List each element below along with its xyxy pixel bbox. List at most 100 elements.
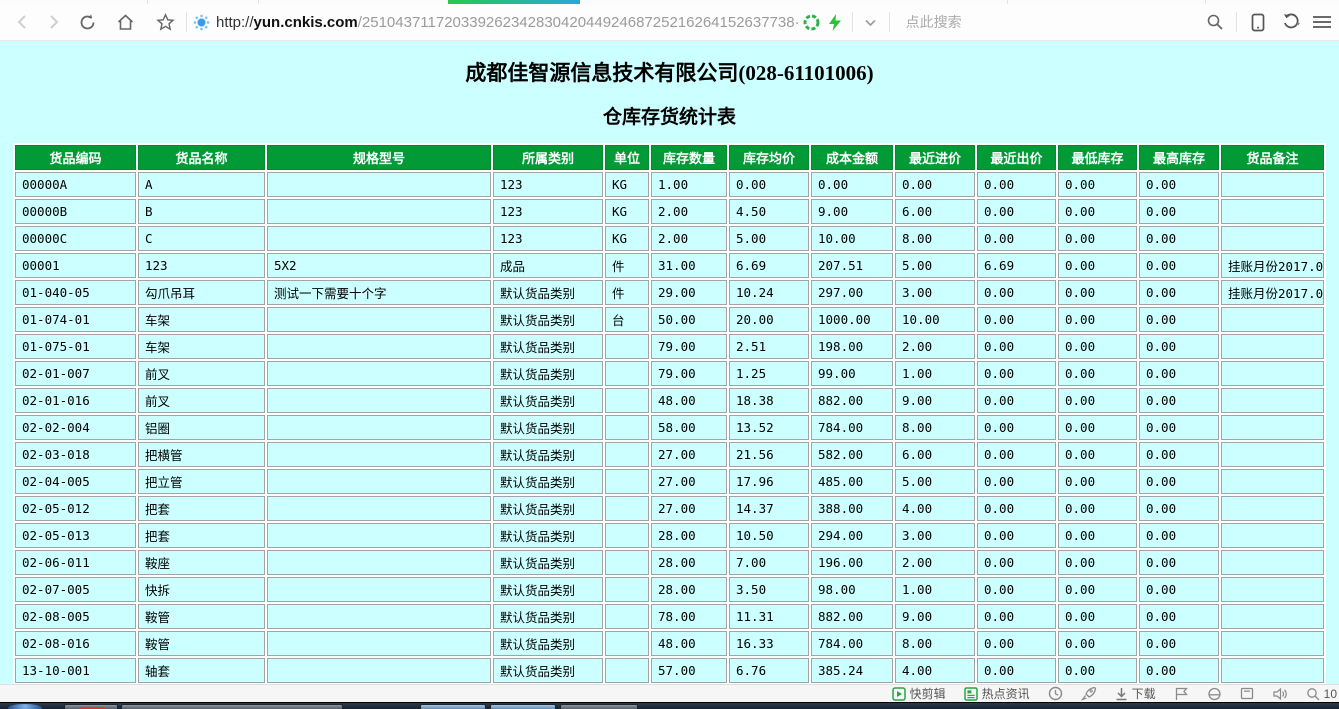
taskbar-item[interactable]	[420, 704, 486, 709]
speed-bolt-icon[interactable]	[824, 7, 846, 37]
history-button[interactable]	[1048, 686, 1063, 701]
cell: 0.00	[1139, 199, 1219, 224]
cell: 99.00	[811, 361, 893, 386]
taskbar-item[interactable]	[121, 704, 343, 709]
cell: 2.00	[895, 334, 975, 359]
cell	[267, 469, 491, 494]
cell	[1221, 496, 1324, 521]
cell: 5.00	[895, 469, 975, 494]
cell	[1221, 631, 1324, 656]
restore-session-button[interactable]	[1273, 7, 1311, 37]
cell: 0.00	[1058, 415, 1137, 440]
column-header: 所属类别	[493, 145, 603, 170]
cell: 默认货品类别	[493, 280, 603, 305]
cell	[605, 388, 649, 413]
zoom-level-label: 10	[1324, 687, 1337, 701]
taskbar-item[interactable]	[490, 704, 556, 709]
cell: 13-10-001	[15, 658, 136, 683]
smart-reader-icon[interactable]	[800, 7, 824, 37]
address-bar[interactable]: http://yun.cnkis.com/2510437117203392623…	[193, 7, 1200, 37]
table-row: 02-02-004铝圈默认货品类别58.0013.52784.008.000.0…	[15, 415, 1324, 440]
cell: 00000C	[15, 226, 136, 251]
rocket-boost-button[interactable]	[1081, 686, 1097, 701]
cell: 02-02-004	[15, 415, 136, 440]
tab-separator	[258, 0, 259, 4]
column-header: 货品编码	[15, 145, 136, 170]
cell: 16.33	[729, 631, 809, 656]
cell	[267, 496, 491, 521]
cell: 0.00	[1139, 280, 1219, 305]
table-row: 00000CC123KG2.005.0010.008.000.000.000.0…	[15, 226, 1324, 251]
hot-news-icon	[964, 687, 978, 701]
page-subtitle: 仓库存货统计表	[0, 102, 1339, 129]
report-flag-button[interactable]	[1174, 687, 1189, 701]
windows-taskbar[interactable]	[0, 702, 1339, 709]
url-text: http://yun.cnkis.com/2510437117203392623…	[216, 14, 800, 31]
cell: 02-06-011	[15, 550, 136, 575]
favorites-star-button[interactable]	[150, 7, 180, 37]
cell: 1.00	[895, 361, 975, 386]
cell: 默认货品类别	[493, 496, 603, 521]
cell: 0.00	[1139, 361, 1219, 386]
cell: 123	[493, 199, 603, 224]
home-button[interactable]	[110, 7, 140, 37]
table-row: 02-01-007前叉默认货品类别79.001.2599.001.000.000…	[15, 361, 1324, 386]
cell: 8.00	[895, 631, 975, 656]
cell: 123	[138, 253, 265, 278]
table-row: 02-08-016鞍管默认货品类别48.0016.33784.008.000.0…	[15, 631, 1324, 656]
window-restore-button[interactable]	[1240, 687, 1254, 700]
cell: A	[138, 172, 265, 197]
status-bar: 快剪辑 热点资讯 下载 10	[0, 684, 1339, 702]
cell: 0.00	[1058, 226, 1137, 251]
speaker-button[interactable]	[1272, 687, 1288, 701]
cell: 铝圈	[138, 415, 265, 440]
cell	[605, 361, 649, 386]
cell	[605, 442, 649, 467]
hot-news-button[interactable]: 热点资讯	[964, 685, 1030, 702]
cell: 28.00	[651, 577, 727, 602]
forward-button[interactable]	[38, 7, 68, 37]
column-header: 规格型号	[267, 145, 491, 170]
cell	[605, 658, 649, 683]
mobile-phone-button[interactable]	[1243, 7, 1273, 37]
cell	[1221, 415, 1324, 440]
download-button[interactable]: 下载	[1115, 685, 1156, 702]
cell: 0.00	[1058, 658, 1137, 683]
cell: 0.00	[1058, 604, 1137, 629]
search-hint-input[interactable]: 点此搜索	[906, 12, 962, 32]
menu-hamburger-button[interactable]	[1311, 7, 1331, 37]
cell	[267, 658, 491, 683]
cell: 0.00	[1058, 172, 1137, 197]
table-row: 02-03-018把横管默认货品类别27.0021.56582.006.000.…	[15, 442, 1324, 467]
cell: 默认货品类别	[493, 604, 603, 629]
cell: 0.00	[1058, 307, 1137, 332]
search-button[interactable]	[1200, 7, 1230, 37]
cell: 2.00	[651, 226, 727, 251]
hot-news-label: 热点资讯	[982, 685, 1030, 702]
cell	[1221, 523, 1324, 548]
proxy-network-button[interactable]	[1207, 687, 1222, 701]
back-button[interactable]	[8, 7, 38, 37]
table-row: 02-01-016前叉默认货品类别48.0018.38882.009.000.0…	[15, 388, 1324, 413]
cell: 默认货品类别	[493, 658, 603, 683]
cell: 29.00	[651, 280, 727, 305]
taskbar-item[interactable]	[560, 704, 638, 709]
cell: 3.00	[895, 280, 975, 305]
cell: 98.00	[811, 577, 893, 602]
table-row: 13-10-001轴套默认货品类别57.006.76385.244.000.00…	[15, 658, 1324, 683]
cell	[267, 604, 491, 629]
cell: 582.00	[811, 442, 893, 467]
cell: 18.38	[729, 388, 809, 413]
table-row: 02-05-012把套默认货品类别27.0014.37388.004.000.0…	[15, 496, 1324, 521]
quick-clip-button[interactable]: 快剪辑	[892, 685, 946, 702]
cell: 0.00	[977, 577, 1056, 602]
taskbar-item[interactable]	[64, 704, 118, 709]
url-dropdown-chevron[interactable]	[859, 7, 883, 37]
zoom-control[interactable]: 10	[1306, 687, 1337, 701]
cell: 默认货品类别	[493, 469, 603, 494]
cell: 0.00	[811, 172, 893, 197]
start-orb[interactable]	[8, 704, 42, 709]
refresh-button[interactable]	[72, 7, 102, 37]
toolbar-separator	[889, 12, 890, 32]
active-tab-indicator	[448, 0, 580, 4]
